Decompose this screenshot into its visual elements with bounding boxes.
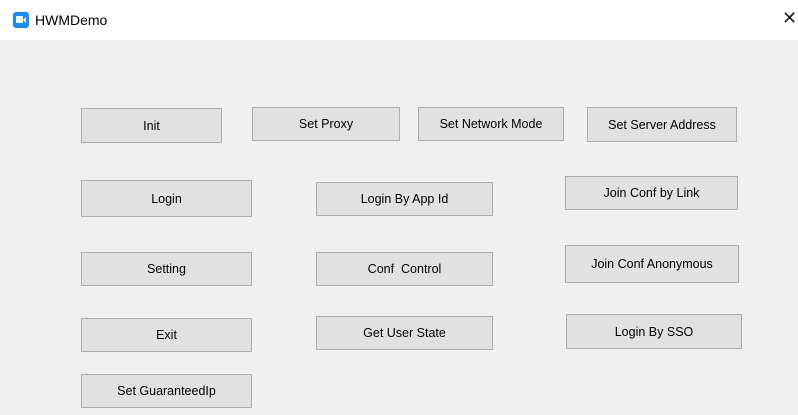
exit-button[interactable]: Exit <box>81 318 252 352</box>
get-user-state-button[interactable]: Get User State <box>316 316 493 350</box>
login-by-app-id-button[interactable]: Login By App Id <box>316 182 493 216</box>
video-camera-icon <box>13 12 29 28</box>
init-button[interactable]: Init <box>81 108 222 143</box>
window-title: HWMDemo <box>35 12 108 28</box>
setting-button[interactable]: Setting <box>81 252 252 286</box>
close-icon[interactable]: ✕ <box>782 8 798 30</box>
conf-control-button[interactable]: Conf Control <box>316 252 493 286</box>
set-network-mode-button[interactable]: Set Network Mode <box>418 107 564 141</box>
app-window: HWMDemo ✕ Init Set Proxy Set Network Mod… <box>0 0 798 415</box>
join-conf-by-link-button[interactable]: Join Conf by Link <box>565 176 738 210</box>
login-by-sso-button[interactable]: Login By SSO <box>566 314 742 349</box>
login-button[interactable]: Login <box>81 180 252 217</box>
set-guaranteed-ip-button[interactable]: Set GuaranteedIp <box>81 374 252 408</box>
title-bar: HWMDemo ✕ <box>0 0 798 40</box>
set-server-address-button[interactable]: Set Server Address <box>587 107 737 142</box>
join-conf-anonymous-button[interactable]: Join Conf Anonymous <box>565 245 739 283</box>
set-proxy-button[interactable]: Set Proxy <box>252 107 400 141</box>
